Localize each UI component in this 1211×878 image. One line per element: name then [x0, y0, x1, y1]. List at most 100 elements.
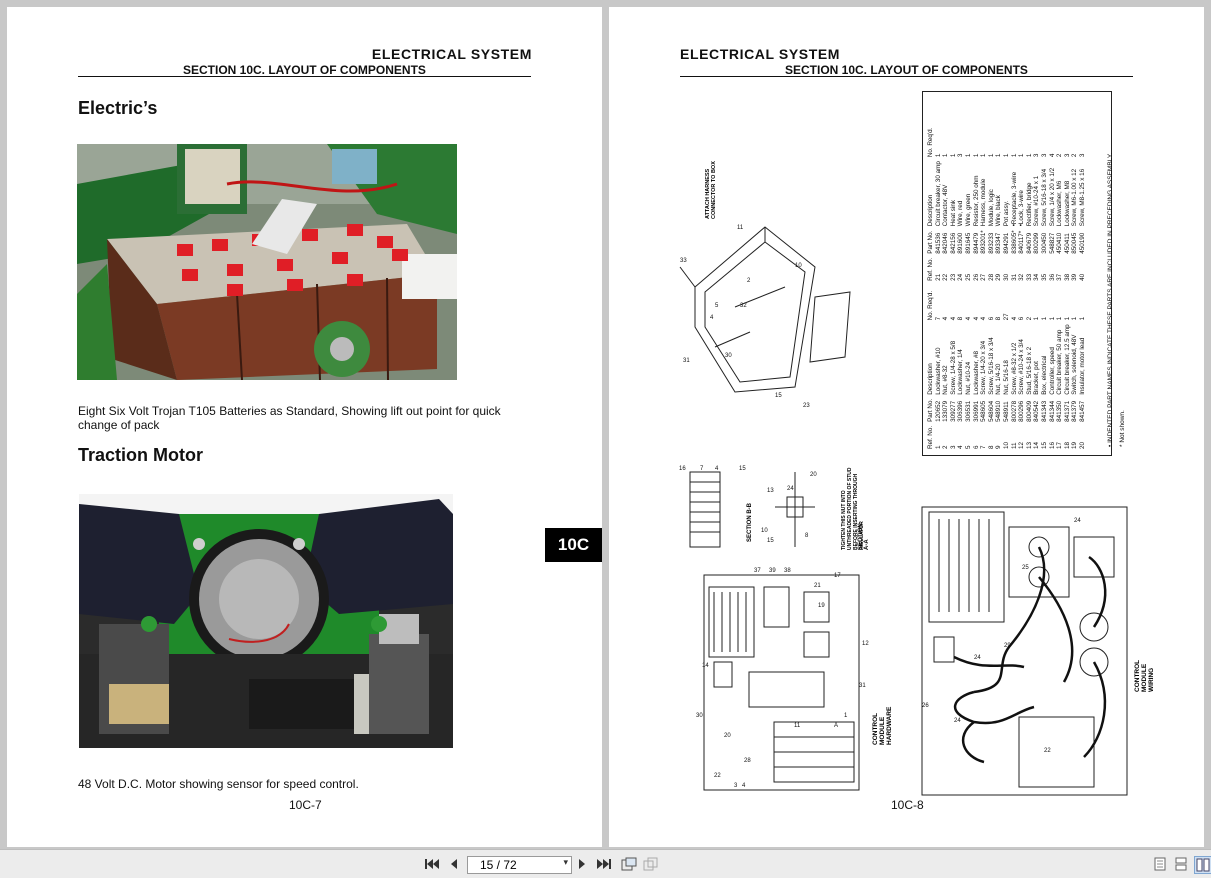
prev-page-icon[interactable]: [446, 856, 462, 872]
parts-table-cell: •Lock, 3-wire: [1018, 190, 1026, 227]
parts-table-row: 26 894479 Resistor, 250 ohm 1: [973, 126, 981, 283]
parts-table-row: 25 891645 Wire, green 1: [965, 126, 973, 283]
parts-table-cell: 6: [972, 445, 980, 449]
viewer-toolbar: 15 / 72 ▾: [0, 849, 1211, 878]
svg-text:19: 19: [818, 603, 825, 609]
parts-table-cell: 40: [1078, 273, 1086, 281]
traction-motor-photo: [79, 494, 453, 748]
parts-table-cell: 841343: [1040, 400, 1048, 422]
parts-table-cell: 1: [1078, 316, 1086, 321]
svg-text:17: 17: [834, 573, 841, 579]
parts-table-cell: 1: [1018, 153, 1026, 158]
parts-table-cell: 309277: [949, 400, 957, 422]
svg-text:15: 15: [767, 538, 774, 544]
parts-table-row: 1 120652 Lockwasher, #10 7: [935, 289, 943, 451]
parts-table-cell: Screw, 5/16-18 x 3/4: [1040, 168, 1048, 227]
parts-table-cell: 1: [1040, 316, 1048, 321]
parts-table-cell: 800409: [1025, 400, 1033, 422]
parts-table-row: 3 309277 Screw, 1/4-28 x 5/8 4: [950, 289, 958, 451]
parts-table-cell: 27: [980, 273, 988, 281]
svg-text:4: 4: [742, 783, 746, 789]
svg-text:10: 10: [795, 263, 802, 269]
page-number-input[interactable]: 15 / 72 ▾: [467, 856, 572, 874]
parts-table-cell: 10: [1002, 441, 1010, 449]
parts-table-cell: 450411: [1063, 233, 1071, 254]
continuous-page-icon[interactable]: [1173, 856, 1189, 872]
svg-text:21: 21: [814, 583, 821, 589]
parts-table-cell: 38: [1063, 273, 1071, 281]
parts-table-cell: 7: [980, 445, 988, 449]
next-page-icon[interactable]: [574, 856, 590, 872]
parts-table-cell: 800296: [1018, 400, 1026, 422]
parts-table-cell: 4: [964, 316, 972, 321]
parts-table-cell: 800299: [1033, 232, 1041, 254]
parts-table-row: 18 841371 Circuit breaker, 12.5 amp 1: [1064, 289, 1072, 451]
svg-text:14: 14: [702, 663, 709, 669]
parts-table-cell: 120652: [934, 400, 942, 422]
parts-table-cell: Switch, solenoid, 48V: [1071, 334, 1079, 395]
parts-table-row: 19 841379 Switch, solenoid, 48V 1: [1071, 289, 1079, 451]
parts-table-row: 12 800296 Screw, #10-24 x 3/4 6: [1018, 289, 1026, 451]
svg-text:24: 24: [954, 718, 961, 724]
parts-table-cell: 2: [942, 445, 950, 449]
parts-table-cell: 893201*: [980, 230, 988, 254]
parts-table-row: 32 840117* •Lock, 3-wire 1: [1018, 126, 1026, 283]
parts-table-cell: Insulator, motor lead: [1078, 337, 1086, 395]
facing-page-icon[interactable]: [1194, 856, 1211, 874]
svg-text:29: 29: [1004, 643, 1011, 649]
parts-table-cell: 306531: [964, 400, 972, 422]
parts-table-cell: 23: [949, 273, 957, 281]
parts-table-cell: 1: [964, 153, 972, 158]
section-tab: 10C: [545, 528, 602, 562]
parts-table-cell: 3: [949, 445, 957, 449]
parts-table-cell: 8: [957, 316, 965, 321]
parts-table-cell: 306396: [957, 400, 965, 422]
parts-table-cell: 133079: [942, 400, 950, 422]
svg-text:23: 23: [803, 403, 810, 407]
parts-table-cell: Lockwasher, M6: [1056, 180, 1064, 227]
page-indicator-text: 15 / 72: [480, 858, 517, 872]
parts-table-cell: Pot assy.: [1002, 200, 1010, 227]
parts-table-cell: 1: [934, 153, 942, 158]
parts-table-cell: 548911: [1002, 401, 1010, 422]
parts-table-cell: 548827: [1048, 232, 1056, 254]
parts-table-cell: 37: [1056, 273, 1064, 281]
svg-text:24: 24: [787, 486, 794, 492]
parts-table-cell: 893233: [987, 232, 995, 254]
parts-table-row: 10 548911 Nut, 5/16-18 27: [1003, 289, 1011, 451]
first-page-icon[interactable]: [424, 856, 440, 872]
label-section-bb: SECTION B-B: [747, 503, 753, 542]
svg-text:11: 11: [737, 225, 744, 231]
caption-motor: 48 Volt D.C. Motor showing sensor for sp…: [78, 777, 359, 791]
parts-table-cell: 16: [1048, 441, 1056, 449]
parts-table-row: 36 548827 Screw, 1/4 x 20 x 1/2 4: [1049, 126, 1057, 283]
parts-table-cell: 894291: [1002, 232, 1010, 254]
parts-table-cell: Screw, 1/4-20 x 3/4: [980, 340, 988, 395]
parts-table-cell: Wire, red: [957, 200, 965, 227]
page-select-dropdown-icon[interactable]: ▾: [551, 857, 568, 868]
parts-table-cell: Nut, 5/16-18: [1002, 360, 1010, 395]
parts-table-row: 20 841457 Insulator, motor lead 1: [1079, 289, 1087, 451]
svg-text:12: 12: [862, 641, 869, 647]
parts-table-cell: 2: [1025, 316, 1033, 321]
svg-text:16: 16: [679, 466, 686, 472]
parts-table-cell: Module, logic: [987, 189, 995, 227]
svg-text:33: 33: [680, 258, 687, 264]
parts-table-row: 37 450410 Lockwasher, M6 2: [1056, 126, 1064, 283]
last-page-icon[interactable]: [596, 856, 612, 872]
parts-table-cell: 840117*: [1018, 230, 1026, 254]
parts-table-cell: Heat sink: [949, 200, 957, 227]
svg-text:11: 11: [794, 723, 801, 729]
parts-table-cell: Nut, 1/4-20: [995, 363, 1003, 395]
single-page-icon[interactable]: [1152, 856, 1168, 872]
parts-table-cell: 891645: [964, 232, 972, 254]
parts-table-row: 29 893347 Wire, black 1: [995, 126, 1003, 283]
parts-table-cell: 3: [1063, 153, 1071, 158]
parts-table-cell: Nut, #8-32: [942, 365, 950, 395]
copy-view-icon[interactable]: [643, 856, 659, 872]
rotate-view-icon[interactable]: [621, 856, 637, 872]
section-details-diagram: 16 7 4 15 13 24 20 10 15 8 SECTION B-B TIGHTEN …: [675, 462, 870, 557]
parts-table-cell: 841350: [1056, 400, 1064, 422]
svg-text:32: 32: [740, 303, 747, 309]
header-rule: [680, 76, 1133, 77]
